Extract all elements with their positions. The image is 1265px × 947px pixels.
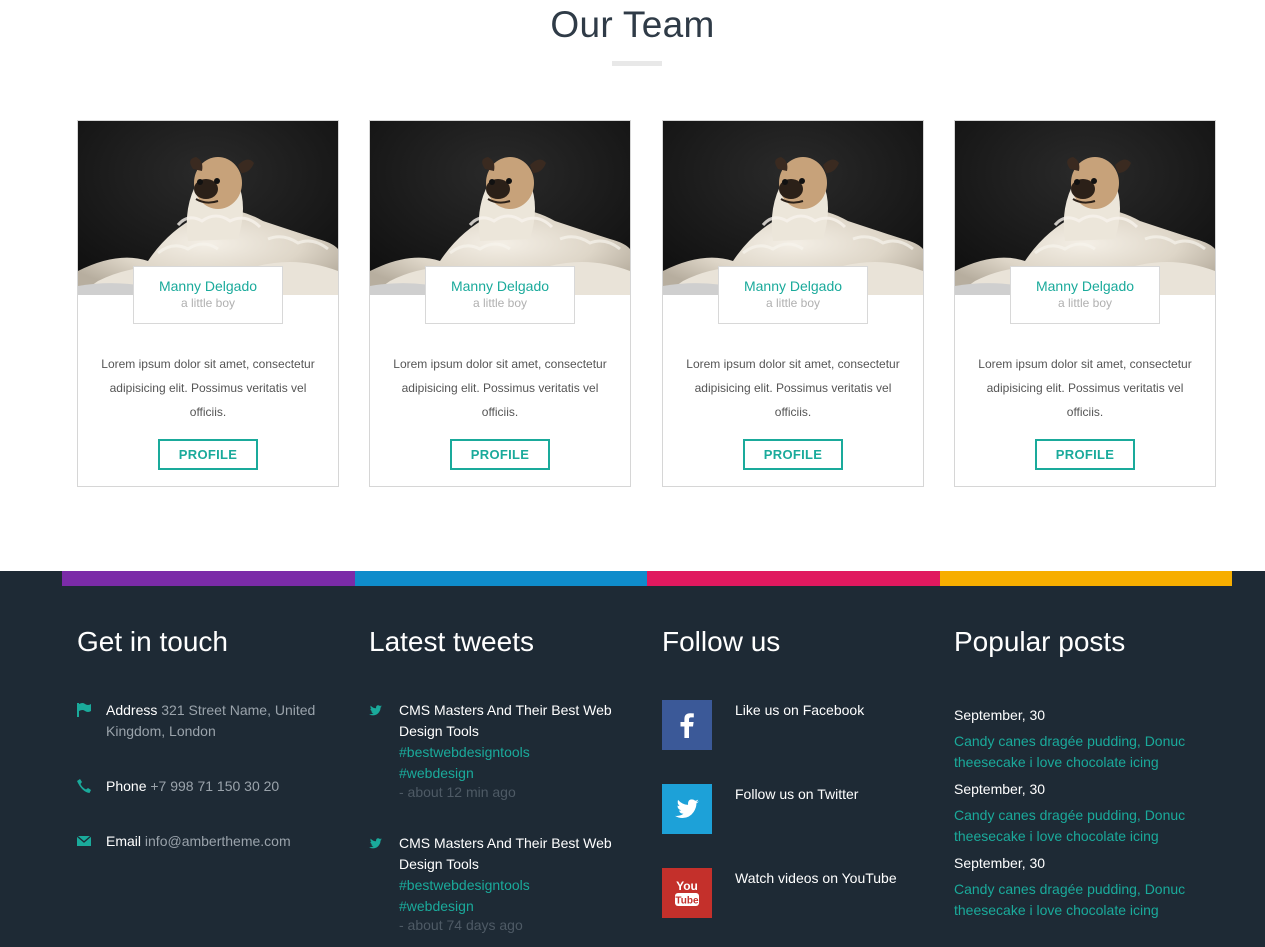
tweet-time: - about 74 days ago [399, 917, 523, 933]
facebook-icon[interactable] [662, 700, 712, 750]
team-section: Our Team Manny Delgado a little boy Lore… [0, 0, 1265, 571]
contact-label: Email [106, 833, 142, 849]
contact-column: Get in touch Address 321 Street Name, Un… [77, 571, 337, 947]
post-date: September, 30 [954, 781, 1046, 797]
member-name-box: Manny Delgado a little boy [718, 266, 868, 324]
twitter-link[interactable]: Follow us on Twitter [662, 784, 922, 834]
post-item: September, 30 Candy canes dragée pudding… [954, 853, 1214, 921]
flag-icon [77, 703, 91, 717]
member-role: a little boy [1057, 296, 1113, 310]
svg-text:Tube: Tube [675, 896, 699, 907]
follow-column: Follow us Like us on Facebook Follow us [662, 571, 932, 947]
member-name-box: Manny Delgado a little boy [425, 266, 575, 324]
contact-value[interactable]: +7 998 71 150 30 20 [150, 778, 279, 794]
post-item: September, 30 Candy canes dragée pudding… [954, 779, 1214, 847]
member-bio: Lorem ipsum dolor sit amet, consectetur … [101, 357, 315, 419]
profile-button[interactable]: PROFILE [1035, 439, 1135, 470]
profile-button[interactable]: PROFILE [450, 439, 550, 470]
contact-label: Phone [106, 778, 147, 794]
profile-button[interactable]: PROFILE [158, 439, 258, 470]
tweets-title: Latest tweets [369, 626, 534, 657]
profile-button[interactable]: PROFILE [743, 439, 843, 470]
page-title: Our Team [550, 4, 715, 45]
facebook-link[interactable]: Like us on Facebook [662, 700, 922, 750]
tweets-column: Latest tweets CMS Masters And Their Best… [369, 571, 639, 947]
post-title-link[interactable]: Candy canes dragée pudding, Donuc theese… [954, 805, 1214, 847]
twitter-bird-icon [369, 838, 382, 849]
member-role: a little boy [765, 296, 821, 310]
member-name[interactable]: Manny Delgado [719, 278, 867, 294]
member-bio: Lorem ipsum dolor sit amet, consectetur … [978, 357, 1192, 419]
tweet-hashtag[interactable]: #webdesign [399, 763, 629, 784]
svg-text:You: You [676, 879, 698, 893]
post-date: September, 30 [954, 855, 1046, 871]
posts-column: Popular posts September, 30 Candy canes … [954, 571, 1224, 947]
tweet-time: - about 12 min ago [399, 784, 516, 800]
twitter-bird-icon [369, 705, 382, 716]
twitter-icon[interactable] [662, 784, 712, 834]
team-card: Manny Delgado a little boy Lorem ipsum d… [77, 120, 339, 487]
member-role: a little boy [472, 296, 528, 310]
post-date: September, 30 [954, 707, 1046, 723]
member-name[interactable]: Manny Delgado [1011, 278, 1159, 294]
post-title-link[interactable]: Candy canes dragée pudding, Donuc theese… [954, 879, 1214, 921]
member-role: a little boy [180, 296, 236, 310]
post-title-link[interactable]: Candy canes dragée pudding, Donuc theese… [954, 731, 1214, 773]
contact-title: Get in touch [77, 626, 228, 657]
post-item: September, 30 Candy canes dragée pudding… [954, 705, 1214, 773]
team-card: Manny Delgado a little boy Lorem ipsum d… [954, 120, 1216, 487]
tweet-hashtag[interactable]: #webdesign [399, 896, 629, 917]
youtube-link[interactable]: You Tube Watch videos on YouTube [662, 868, 922, 918]
member-name-box: Manny Delgado a little boy [133, 266, 283, 324]
tweet-text[interactable]: CMS Masters And Their Best Web Design To… [399, 835, 612, 872]
contact-value[interactable]: info@ambertheme.com [145, 833, 291, 849]
member-name[interactable]: Manny Delgado [426, 278, 574, 294]
phone-icon [77, 779, 91, 793]
member-bio: Lorem ipsum dolor sit amet, consectetur … [393, 357, 607, 419]
contact-label: Address [106, 702, 158, 718]
team-card: Manny Delgado a little boy Lorem ipsum d… [369, 120, 631, 487]
posts-title: Popular posts [954, 626, 1126, 657]
team-card: Manny Delgado a little boy Lorem ipsum d… [662, 120, 924, 487]
tweet-hashtag[interactable]: #bestwebdesigntools [399, 875, 629, 896]
tweet-text[interactable]: CMS Masters And Their Best Web Design To… [399, 702, 612, 739]
tweet-hashtag[interactable]: #bestwebdesigntools [399, 742, 629, 763]
envelope-icon [77, 835, 91, 846]
follow-title: Follow us [662, 626, 781, 657]
title-underline [612, 61, 662, 66]
footer: Get in touch Address 321 Street Name, Un… [0, 571, 1265, 947]
youtube-icon[interactable]: You Tube [662, 868, 712, 918]
member-bio: Lorem ipsum dolor sit amet, consectetur … [686, 357, 900, 419]
youtube-label[interactable]: Watch videos on YouTube [735, 870, 897, 886]
twitter-label[interactable]: Follow us on Twitter [735, 786, 858, 802]
member-name[interactable]: Manny Delgado [134, 278, 282, 294]
facebook-label[interactable]: Like us on Facebook [735, 702, 864, 718]
member-name-box: Manny Delgado a little boy [1010, 266, 1160, 324]
